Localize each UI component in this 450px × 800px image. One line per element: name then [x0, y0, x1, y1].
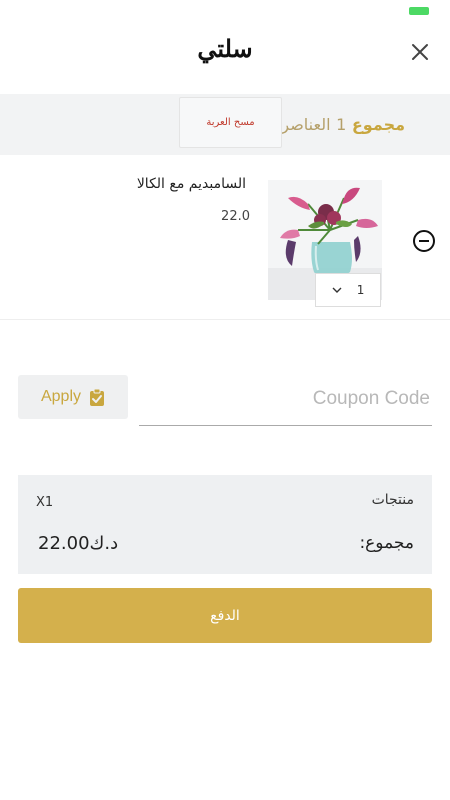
apply-label: Apply	[40, 388, 82, 405]
checkout-button[interactable]: الدفع	[18, 588, 432, 643]
cart-summary-bar: مجموع 1 العناصر مسح العربة	[0, 94, 450, 155]
quantity-value: 1	[356, 283, 365, 297]
header: سلتي	[0, 20, 450, 94]
item-price: 22.0	[221, 209, 250, 224]
item-name: السامبديم مع الكالا	[136, 176, 246, 192]
minus-circle-icon	[413, 230, 435, 252]
apply-coupon-button[interactable]: Apply	[18, 375, 128, 419]
page-title: سلتي	[197, 34, 253, 63]
close-button[interactable]	[408, 40, 432, 64]
cart-page: سلتي مجموع 1 العناصر مسح العربة السامبدي…	[0, 0, 450, 800]
chevron-down-icon	[332, 287, 342, 293]
cart-summary: مجموع 1 العناصر	[281, 115, 405, 134]
clear-cart-button[interactable]: مسح العربة	[179, 97, 282, 148]
remove-item-button[interactable]	[412, 229, 436, 253]
summary-label: مجموع	[351, 115, 405, 134]
close-icon	[412, 44, 428, 60]
summary-count: 1	[336, 115, 347, 134]
order-totals: منتجات X1 مجموع: د.ك22.00	[18, 475, 432, 574]
battery-indicator	[409, 7, 429, 15]
coupon-code-input[interactable]	[139, 372, 432, 426]
total-label: مجموع:	[359, 533, 414, 553]
products-label: منتجات	[371, 492, 414, 508]
total-value: د.ك22.00	[38, 533, 119, 554]
summary-items-label: العناصر	[281, 115, 331, 134]
cart-item: السامبديم مع الكالا 22.0 1	[0, 156, 450, 320]
clipboard-check-icon	[90, 388, 105, 406]
products-count: X1	[36, 495, 54, 510]
quantity-select[interactable]: 1	[315, 273, 381, 307]
